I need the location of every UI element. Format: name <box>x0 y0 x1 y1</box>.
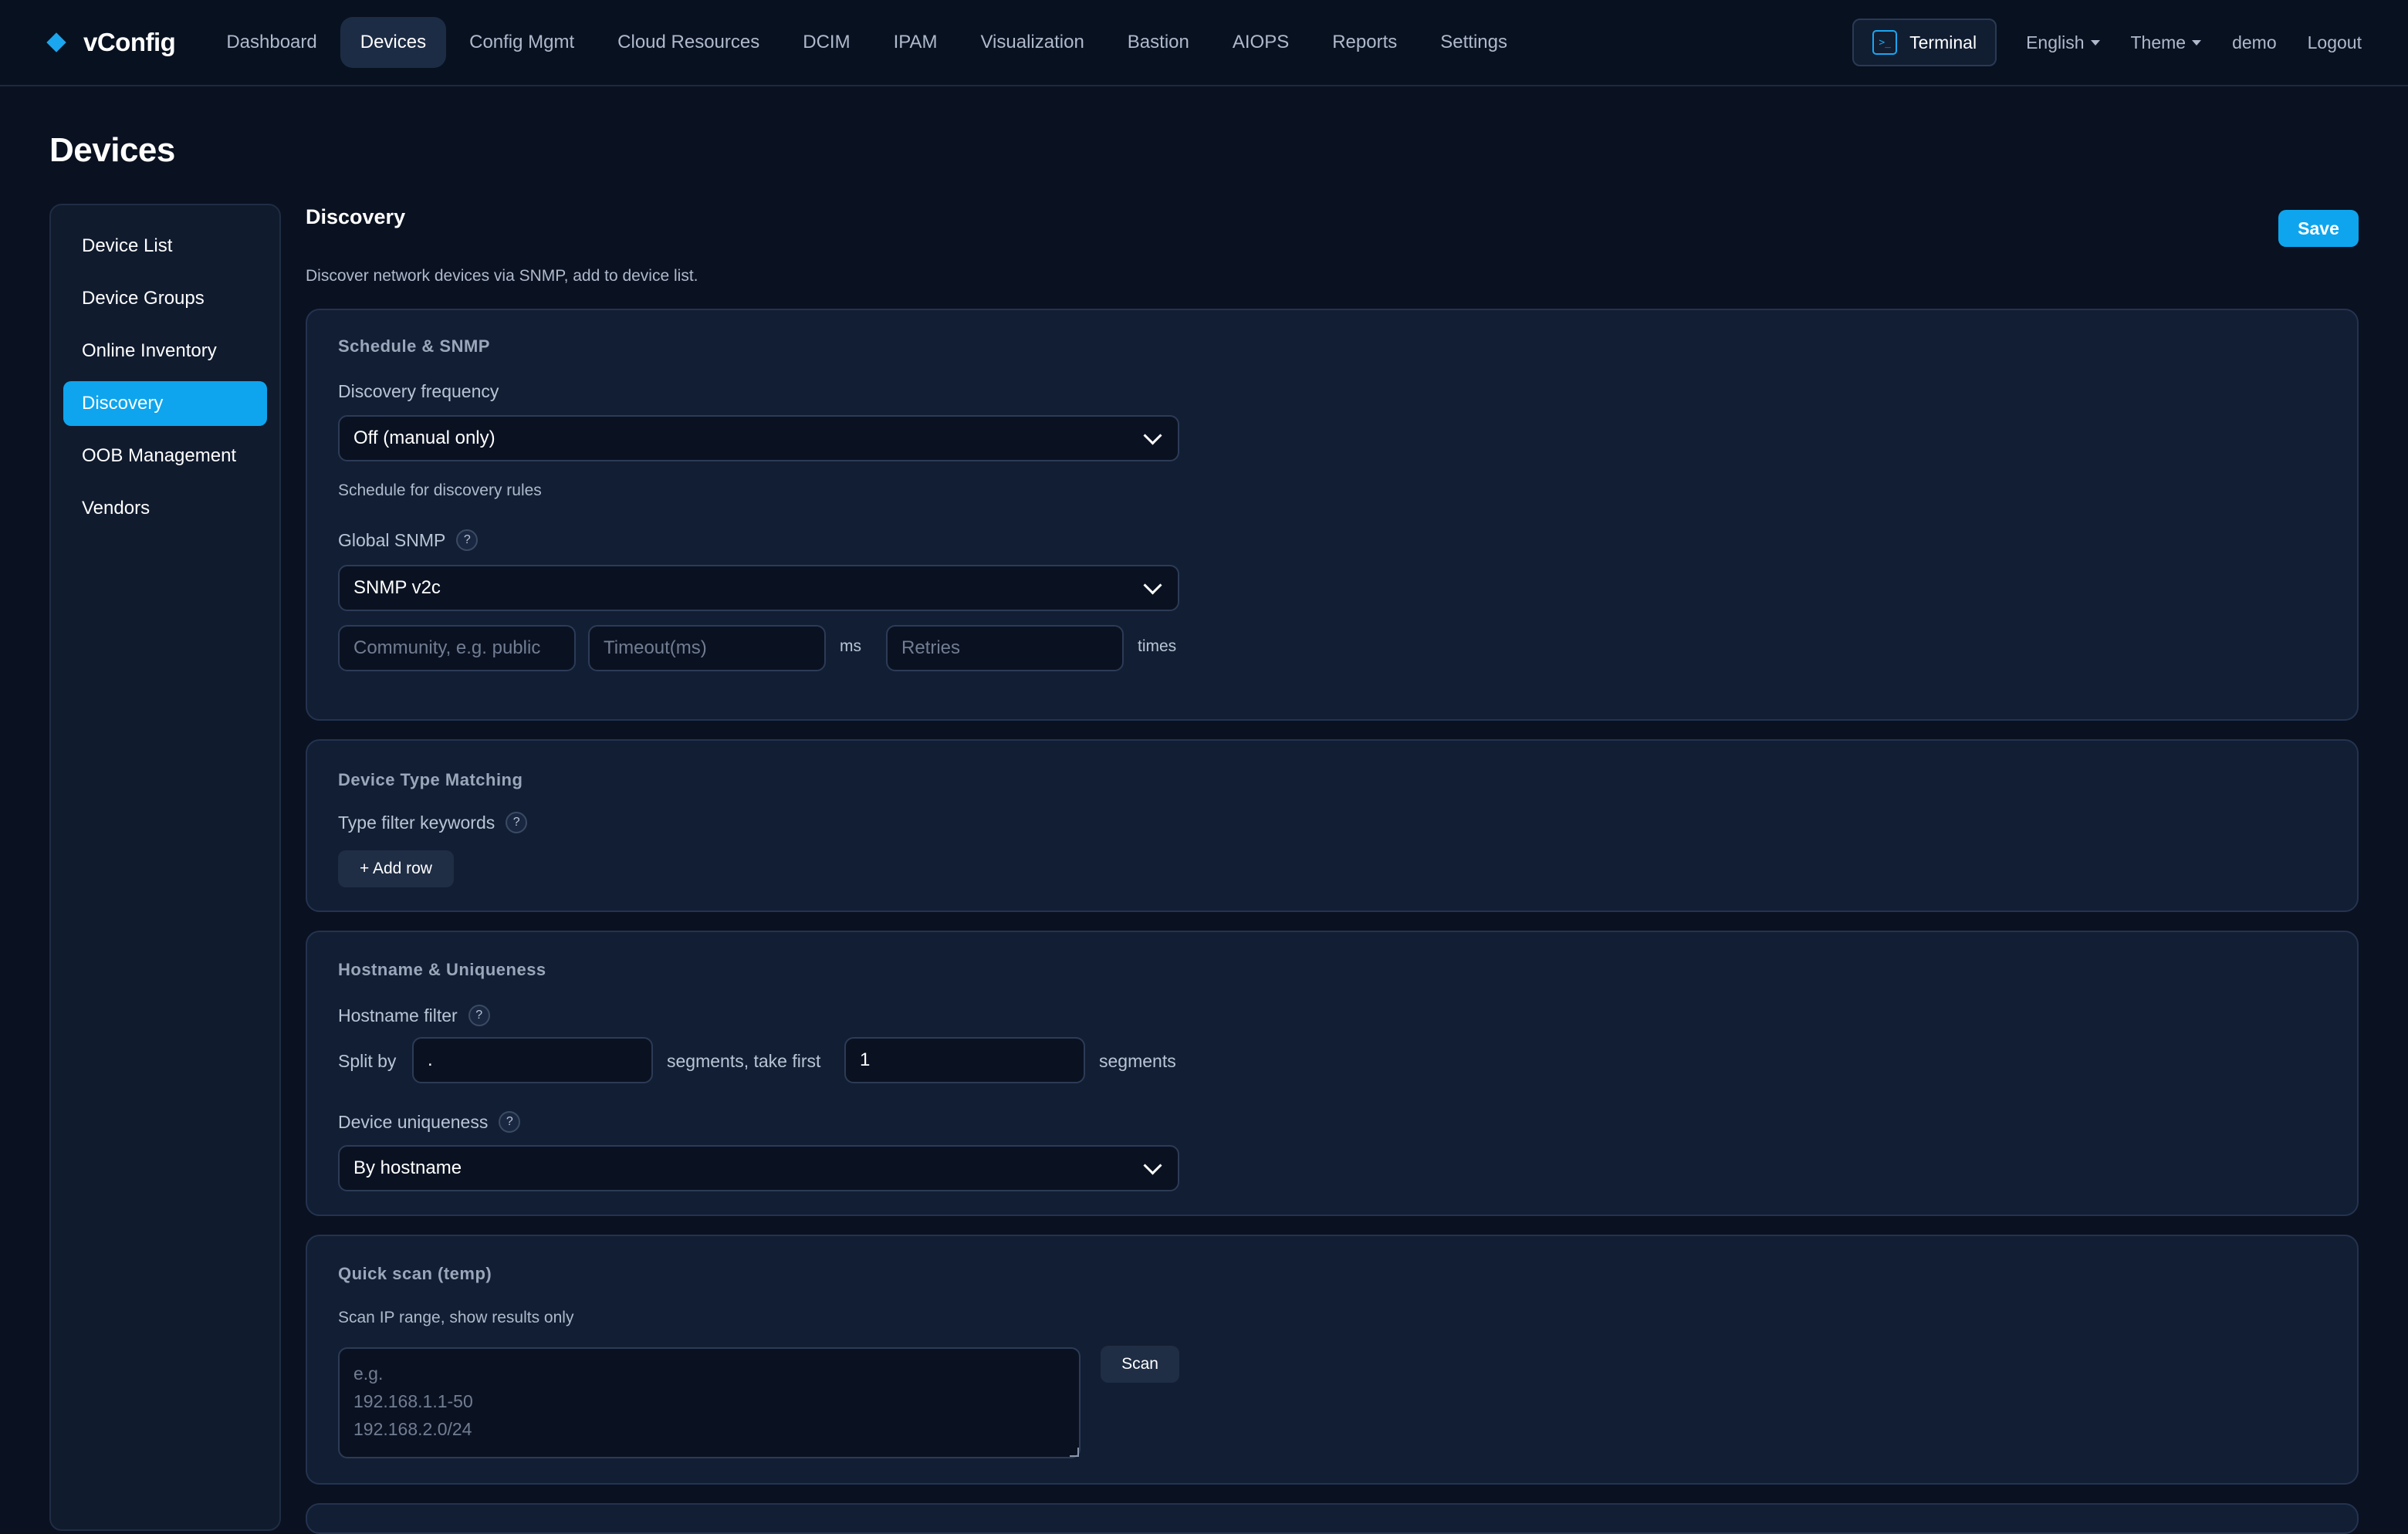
sidebar-item-online-inventory[interactable]: Online Inventory <box>63 329 267 373</box>
nav-item-settings[interactable]: Settings <box>1420 17 1527 68</box>
field-label-text: Discovery frequency <box>338 381 499 401</box>
community-input[interactable] <box>338 625 576 671</box>
sidebar-item-device-list[interactable]: Device List <box>63 224 267 269</box>
theme-dropdown[interactable]: Theme <box>2131 32 2202 53</box>
type-filter-label: Type filter keywords ? <box>338 812 528 833</box>
ip-range-textarea[interactable] <box>338 1347 1081 1458</box>
nav-item-bastion[interactable]: Bastion <box>1108 17 1209 68</box>
card-title: Hostname & Uniqueness <box>338 960 546 979</box>
nav-item-ipam[interactable]: IPAM <box>874 17 958 68</box>
terminal-icon: >_ <box>1872 30 1898 55</box>
card-title: Schedule & SNMP <box>338 336 490 356</box>
help-icon[interactable]: ? <box>468 1005 490 1026</box>
field-label-text: Hostname filter <box>338 1005 458 1025</box>
global-snmp-label: Global SNMP ? <box>338 529 479 551</box>
main-nav: Dashboard Devices Config Mgmt Cloud Reso… <box>206 17 1530 68</box>
timeout-unit: ms <box>840 637 861 655</box>
add-row-button[interactable]: + Add row <box>338 850 454 887</box>
sidebar-item-device-groups[interactable]: Device Groups <box>63 276 267 321</box>
field-label-text: Device uniqueness <box>338 1111 489 1132</box>
help-icon[interactable]: ? <box>506 812 528 833</box>
select-value: SNMP v2c <box>353 577 441 598</box>
device-type-matching-card: Device Type Matching Type filter keyword… <box>306 739 2359 912</box>
discovery-frequency-label: Discovery frequency <box>338 381 499 402</box>
page-title: Devices <box>49 131 175 169</box>
sidebar: Device List Device Groups Online Invento… <box>49 204 281 1531</box>
chevron-down-icon <box>1143 426 1162 445</box>
nav-item-visualization[interactable]: Visualization <box>960 17 1104 68</box>
next-section-card <box>306 1503 2359 1534</box>
nav-item-dashboard[interactable]: Dashboard <box>206 17 337 68</box>
caret-down-icon <box>2090 39 2100 46</box>
hostname-uniqueness-card: Hostname & Uniqueness Hostname filter ? … <box>306 931 2359 1216</box>
retries-input[interactable] <box>886 625 1124 671</box>
theme-label: Theme <box>2130 32 2186 52</box>
timeout-input[interactable] <box>588 625 826 671</box>
save-button[interactable]: Save <box>2278 210 2359 247</box>
snmp-version-select[interactable]: SNMP v2c <box>338 565 1179 611</box>
split-separator-input[interactable] <box>412 1037 653 1083</box>
help-icon[interactable]: ? <box>499 1111 521 1133</box>
nav-item-dcim[interactable]: DCIM <box>783 17 870 68</box>
top-navbar: vConfig Dashboard Devices Config Mgmt Cl… <box>0 0 2408 86</box>
hostname-filter-label: Hostname filter ? <box>338 1005 490 1026</box>
nav-item-devices[interactable]: Devices <box>340 17 447 68</box>
segments-label: segments <box>1099 1051 1176 1071</box>
select-value: By hostname <box>353 1157 462 1178</box>
logout-link[interactable]: Logout <box>2308 32 2362 53</box>
nav-item-reports[interactable]: Reports <box>1312 17 1417 68</box>
discovery-frequency-select[interactable]: Off (manual only) <box>338 415 1179 461</box>
sidebar-item-discovery[interactable]: Discovery <box>63 381 267 426</box>
terminal-button[interactable]: >_ Terminal <box>1852 19 1997 66</box>
card-title: Quick scan (temp) <box>338 1264 492 1283</box>
field-label-text: Type filter keywords <box>338 812 495 833</box>
chevron-down-icon <box>1143 1156 1162 1175</box>
diamond-logo-icon <box>46 32 66 52</box>
caret-down-icon <box>2192 39 2202 46</box>
quick-scan-card: Quick scan (temp) Scan IP range, show re… <box>306 1235 2359 1485</box>
section-description: Discover network devices via SNMP, add t… <box>306 267 698 285</box>
scan-button[interactable]: Scan <box>1101 1346 1179 1383</box>
frequency-hint: Schedule for discovery rules <box>338 481 542 499</box>
section-title: Discovery <box>306 205 406 228</box>
segment-count-input[interactable] <box>844 1037 1085 1083</box>
brand[interactable]: vConfig <box>46 28 176 57</box>
chevron-down-icon <box>1143 576 1162 595</box>
brand-name: vConfig <box>83 28 176 56</box>
select-value: Off (manual only) <box>353 427 495 448</box>
topbar-actions: >_ Terminal English Theme demo Logout <box>1852 19 2362 66</box>
language-dropdown[interactable]: English <box>2026 32 2100 53</box>
take-first-label: segments, take first <box>667 1051 821 1071</box>
sidebar-item-oob-management[interactable]: OOB Management <box>63 434 267 478</box>
device-uniqueness-label: Device uniqueness ? <box>338 1111 521 1133</box>
nav-item-cloud-resources[interactable]: Cloud Resources <box>597 17 780 68</box>
field-label-text: Global SNMP <box>338 529 446 550</box>
schedule-snmp-card: Schedule & SNMP Discovery frequency Off … <box>306 309 2359 721</box>
nav-item-config-mgmt[interactable]: Config Mgmt <box>449 17 594 68</box>
nav-item-aiops[interactable]: AIOPS <box>1212 17 1309 68</box>
split-by-label: Split by <box>338 1051 397 1071</box>
retries-unit: times <box>1138 637 1177 655</box>
language-label: English <box>2026 32 2085 52</box>
card-title: Device Type Matching <box>338 770 523 789</box>
user-name[interactable]: demo <box>2232 32 2277 53</box>
device-uniqueness-select[interactable]: By hostname <box>338 1145 1179 1191</box>
help-icon[interactable]: ? <box>456 529 479 551</box>
quick-scan-hint: Scan IP range, show results only <box>338 1309 574 1326</box>
sidebar-item-vendors[interactable]: Vendors <box>63 486 267 531</box>
resize-handle-icon[interactable] <box>1070 1448 1079 1457</box>
terminal-label: Terminal <box>1909 32 1977 52</box>
